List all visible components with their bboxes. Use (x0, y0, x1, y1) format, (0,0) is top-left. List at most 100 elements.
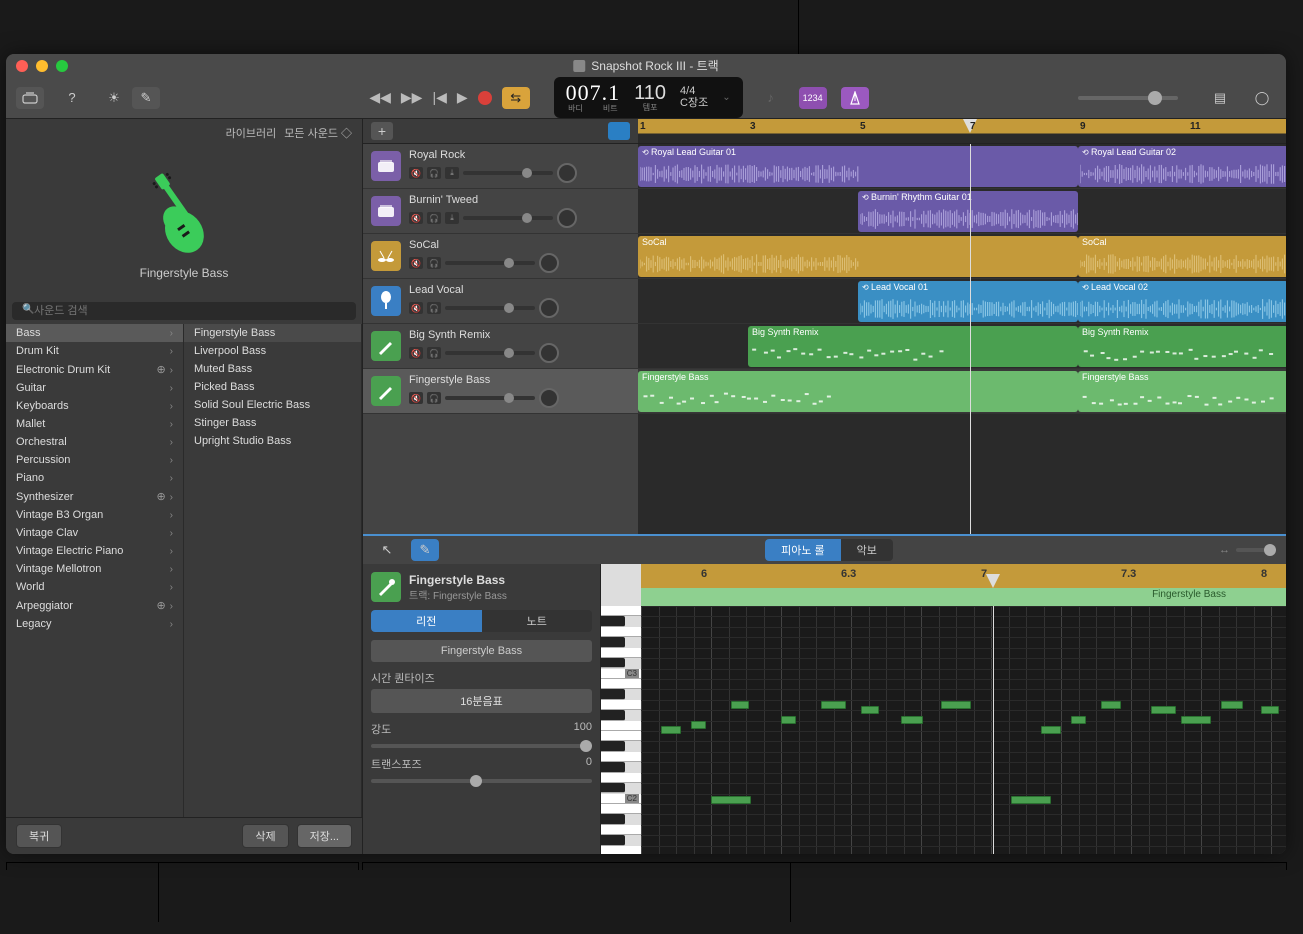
preset-item[interactable]: Solid Soul Electric Bass (184, 396, 361, 414)
record-button[interactable] (478, 91, 492, 105)
pan-knob[interactable] (539, 253, 559, 273)
pan-knob[interactable] (557, 208, 577, 228)
track-volume-slider[interactable] (445, 396, 535, 400)
search-input[interactable] (12, 302, 356, 320)
track-volume-slider[interactable] (445, 306, 535, 310)
count-in-button[interactable]: 1234 (799, 87, 827, 109)
preset-item[interactable]: Stinger Bass (184, 414, 361, 432)
audio-region[interactable]: Fingerstyle Bass (1078, 371, 1286, 412)
category-item[interactable]: Vintage Electric Piano› (6, 542, 183, 560)
mute-button[interactable]: 🔇 (409, 257, 423, 269)
preset-item[interactable]: Upright Studio Bass (184, 432, 361, 450)
category-item[interactable]: Vintage B3 Organ› (6, 506, 183, 524)
headphone-button[interactable]: 🎧 (427, 257, 441, 269)
category-item[interactable]: Guitar› (6, 379, 183, 397)
midi-note[interactable] (731, 701, 749, 709)
loops-button[interactable]: ◯ (1248, 87, 1276, 109)
mute-button[interactable]: 🔇 (409, 167, 423, 179)
pan-knob[interactable] (557, 163, 577, 183)
track-volume-slider[interactable] (463, 216, 553, 220)
tab-score[interactable]: 악보 (841, 539, 893, 561)
headphone-button[interactable]: 🎧 (427, 167, 441, 179)
midi-note[interactable] (1071, 716, 1086, 724)
editor-playhead-marker[interactable] (986, 574, 1000, 588)
midi-note[interactable] (1041, 726, 1061, 734)
lock-button[interactable]: ⤓ (445, 212, 459, 224)
notepad-button[interactable]: ▤ (1206, 87, 1234, 109)
midi-note[interactable] (1181, 716, 1211, 724)
track-volume-slider[interactable] (445, 351, 535, 355)
track-header[interactable]: SoCal🔇🎧 (363, 234, 638, 279)
editor-draw-tool[interactable]: ✎ (411, 539, 439, 561)
category-item[interactable]: Drum Kit› (6, 342, 183, 360)
midi-note[interactable] (941, 701, 971, 709)
category-item[interactable]: World› (6, 578, 183, 596)
track-header[interactable]: Big Synth Remix🔇🎧 (363, 324, 638, 369)
audio-region[interactable]: Royal Lead Guitar 01 (638, 146, 1078, 187)
tempo-display[interactable]: 110 (634, 82, 666, 104)
midi-note[interactable] (1221, 701, 1243, 709)
seg-region[interactable]: 리전 (371, 610, 482, 632)
editor-playhead-line[interactable] (993, 606, 994, 854)
midi-note[interactable] (1151, 706, 1176, 714)
mute-button[interactable]: 🔇 (409, 212, 423, 224)
tab-piano-roll[interactable]: 피아노 롤 (765, 539, 841, 561)
midi-note[interactable] (1261, 706, 1279, 714)
play-button[interactable]: ▶ (457, 89, 468, 106)
midi-note[interactable] (821, 701, 846, 709)
mute-button[interactable]: 🔇 (409, 347, 423, 359)
category-item[interactable]: Arpeggiator⊕› (6, 596, 183, 615)
minimize-window-button[interactable] (36, 60, 48, 72)
quick-help-button[interactable]: ? (58, 87, 86, 109)
category-item[interactable]: Vintage Clav› (6, 524, 183, 542)
track-arrange-area[interactable]: Royal Lead Guitar 01Royal Lead Guitar 02… (638, 144, 1286, 534)
master-volume-slider[interactable] (1078, 96, 1178, 100)
forward-button[interactable]: ▶▶ (401, 89, 423, 106)
midi-note[interactable] (1011, 796, 1051, 804)
midi-note[interactable] (901, 716, 923, 724)
pan-knob[interactable] (539, 388, 559, 408)
audio-region[interactable]: SoCal (638, 236, 1078, 277)
midi-note[interactable] (691, 721, 706, 729)
midi-note[interactable] (1101, 701, 1121, 709)
piano-keyboard[interactable]: C3C2 (601, 564, 641, 854)
audio-region[interactable]: Lead Vocal 02 (1078, 281, 1286, 322)
audio-region[interactable]: Big Synth Remix (1078, 326, 1286, 367)
zoom-slider[interactable] (1236, 548, 1276, 552)
category-item[interactable]: Piano› (6, 469, 183, 487)
audio-region[interactable]: Big Synth Remix (748, 326, 1078, 367)
midi-note[interactable] (661, 726, 681, 734)
midi-note[interactable] (711, 796, 751, 804)
track-volume-slider[interactable] (463, 171, 553, 175)
track-header[interactable]: Burnin' Tweed🔇🎧⤓ (363, 189, 638, 234)
save-button[interactable]: 저장... (297, 824, 352, 848)
close-window-button[interactable] (16, 60, 28, 72)
lcd-chevron-icon[interactable]: ⌄ (722, 92, 730, 103)
rewind-button[interactable]: ◀◀ (369, 89, 391, 106)
metronome-button[interactable] (841, 87, 869, 109)
category-item[interactable]: Bass› (6, 324, 183, 342)
track-header[interactable]: Fingerstyle Bass🔇🎧 (363, 369, 638, 414)
headphone-button[interactable]: 🎧 (427, 392, 441, 404)
category-item[interactable]: Legacy› (6, 615, 183, 633)
timesig-display[interactable]: 4/4 (680, 85, 695, 97)
track-header[interactable]: Royal Rock🔇🎧⤓ (363, 144, 638, 189)
library-sort-menu[interactable]: 모든 사운드 (284, 125, 352, 141)
settings-icon[interactable]: ☀ (100, 87, 128, 109)
category-item[interactable]: Percussion› (6, 451, 183, 469)
editor-pointer-tool[interactable]: ↖ (373, 539, 401, 561)
headphone-button[interactable]: 🎧 (427, 302, 441, 314)
cycle-button[interactable]: ⇆ (502, 87, 530, 109)
mute-button[interactable]: 🔇 (409, 392, 423, 404)
fullscreen-window-button[interactable] (56, 60, 68, 72)
transpose-slider[interactable] (371, 779, 592, 783)
audio-region[interactable]: Fingerstyle Bass (638, 371, 1078, 412)
library-toggle-button[interactable] (16, 87, 44, 109)
headphone-button[interactable]: 🎧 (427, 347, 441, 359)
add-track-button[interactable]: + (371, 122, 393, 140)
mute-button[interactable]: 🔇 (409, 302, 423, 314)
track-volume-slider[interactable] (445, 261, 535, 265)
headphone-button[interactable]: 🎧 (427, 212, 441, 224)
piano-ruler[interactable]: 66.377.38 (641, 564, 1286, 588)
midi-note[interactable] (781, 716, 796, 724)
